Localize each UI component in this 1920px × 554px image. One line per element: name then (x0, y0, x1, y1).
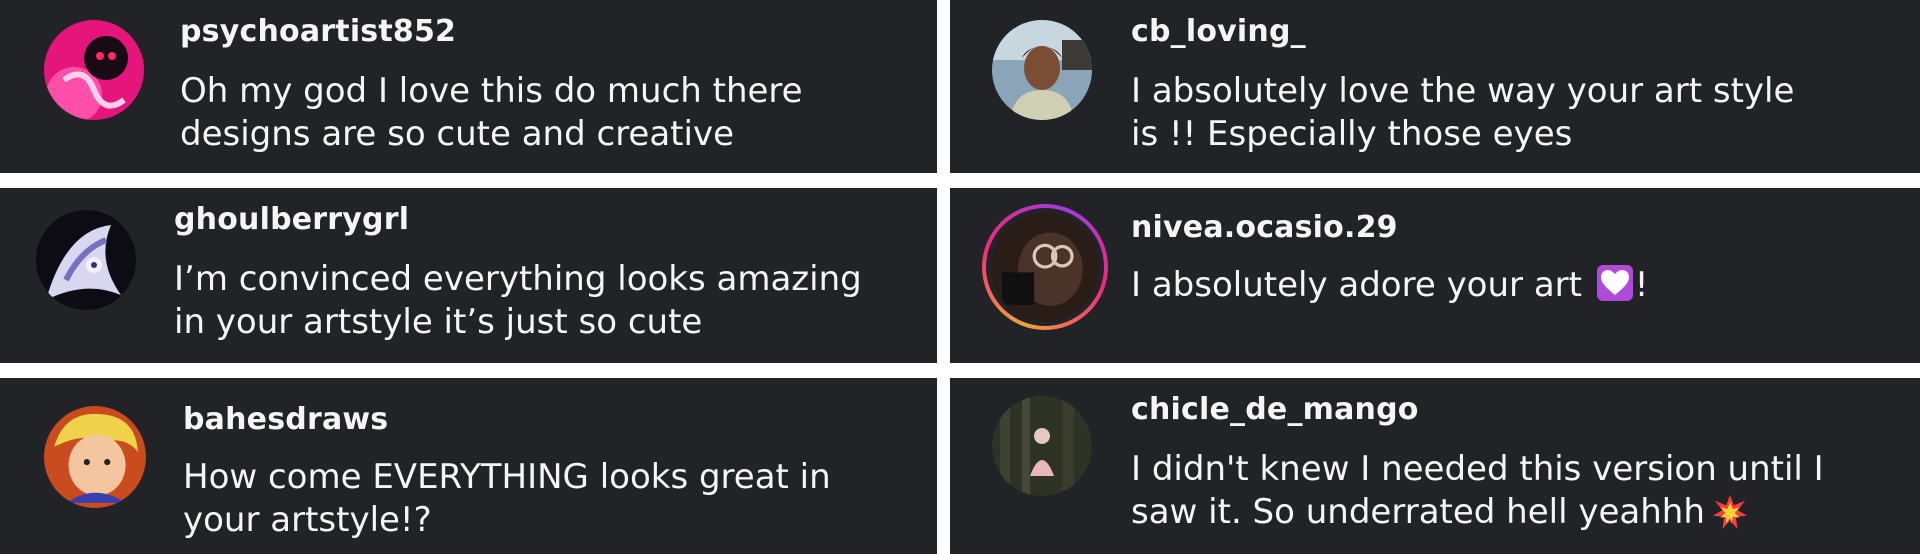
avatar-image-icon (991, 213, 1099, 321)
comment-line: I absolutely adore your art ! (1131, 264, 1648, 307)
username[interactable]: nivea.ocasio.29 (1131, 210, 1398, 245)
avatar-image-icon (36, 210, 136, 310)
story-ring[interactable] (982, 204, 1108, 330)
comment-card: ghoulberrygrl I’m convinced everything l… (0, 188, 937, 363)
comment-line: Oh my god I love this do much there (180, 71, 803, 111)
comment-card: psychoartist852 Oh my god I love this do… (0, 0, 937, 173)
purple-heart-icon (1596, 265, 1633, 301)
comment-text: How come EVERYTHING looks great in your … (183, 456, 831, 542)
avatar[interactable] (992, 396, 1092, 496)
comment-line: I absolutely love the way your art style (1131, 71, 1795, 111)
comment-card: nivea.ocasio.29 I absolutely adore your … (950, 188, 1920, 363)
avatar-image-icon (992, 20, 1092, 120)
comment-text: I absolutely love the way your art style… (1131, 70, 1794, 156)
comment-line: your artstyle!? (183, 500, 432, 540)
comment-line: is !! Especially those eyes (1131, 114, 1573, 154)
collision-icon (1712, 494, 1747, 530)
avatar[interactable] (991, 213, 1099, 321)
username[interactable]: psychoartist852 (180, 14, 456, 49)
comment-line: saw it. So underrated hell yeahhh (1131, 491, 1824, 534)
avatar[interactable] (44, 20, 144, 120)
avatar-image-icon (44, 20, 144, 120)
comment-line-text: saw it. So underrated hell yeahhh (1131, 492, 1705, 532)
comment-text: Oh my god I love this do much there desi… (180, 70, 803, 156)
username[interactable]: cb_loving_ (1131, 14, 1306, 49)
comment-line: in your artstyle it’s just so cute (174, 302, 703, 342)
comment-line-text: I absolutely adore your art (1131, 265, 1582, 305)
comment-line: I’m convinced everything looks amazing (174, 259, 862, 299)
comment-line: I didn't knew I needed this version unti… (1131, 449, 1824, 489)
avatar-image-icon (992, 396, 1092, 496)
comment-text: I absolutely adore your art ! (1131, 264, 1648, 307)
comment-card: cb_loving_ I absolutely love the way you… (950, 0, 1920, 173)
avatar[interactable] (36, 210, 136, 310)
username[interactable]: ghoulberrygrl (174, 202, 409, 237)
comment-text: I didn't knew I needed this version unti… (1131, 448, 1824, 534)
username[interactable]: bahesdraws (183, 402, 388, 437)
comment-line: designs are so cute and creative (180, 114, 734, 154)
username[interactable]: chicle_de_mango (1131, 392, 1419, 427)
comment-line: How come EVERYTHING looks great in (183, 457, 831, 497)
comment-line-suffix: ! (1634, 265, 1649, 305)
comment-card: bahesdraws How come EVERYTHING looks gre… (0, 378, 937, 554)
avatar[interactable] (44, 406, 146, 508)
comment-text: I’m convinced everything looks amazing i… (174, 258, 862, 344)
comment-card: chicle_de_mango I didn't knew I needed t… (950, 378, 1920, 554)
avatar[interactable] (992, 20, 1092, 120)
avatar-image-icon (44, 406, 146, 508)
